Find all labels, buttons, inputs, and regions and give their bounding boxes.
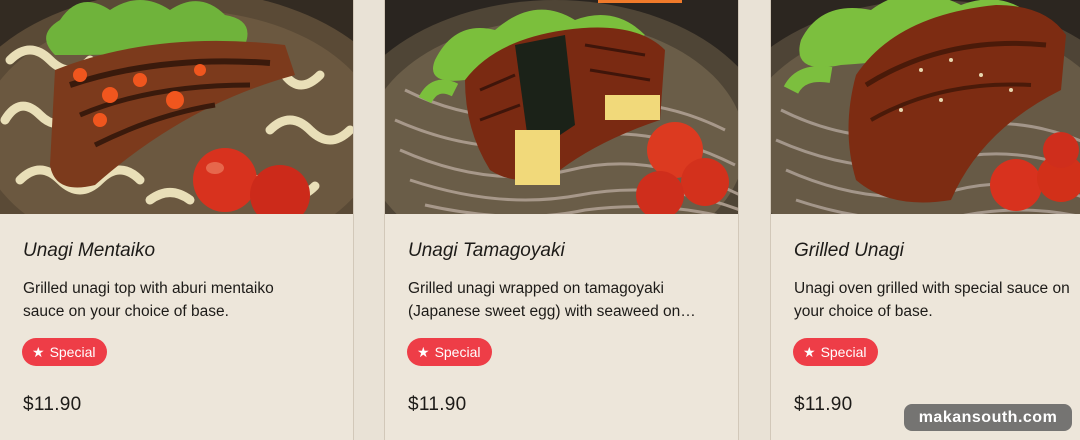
dish-description: Unagi oven grilled with special sauce on… [794, 277, 1080, 323]
special-badge: ★ Special [22, 338, 108, 366]
special-badge-label: Special [434, 344, 481, 360]
dish-photo[interactable] [771, 0, 1080, 214]
dish-description-line: sauce on your choice of base. [23, 303, 229, 320]
dish-name: Unagi Tamagoyaki [408, 240, 565, 261]
dish-description-line: Unagi oven grilled with special sauce on [794, 280, 1070, 297]
dish-description-line: (Japanese sweet egg) with seaweed on… [408, 303, 696, 320]
dish-description: Grilled unagi top with aburi mentaiko sa… [23, 277, 323, 323]
special-badge: ★ Special [407, 338, 493, 366]
star-icon: ★ [803, 344, 816, 360]
watermark: makansouth.com [904, 404, 1072, 431]
special-badge-label: Special [820, 344, 867, 360]
dish-photo[interactable] [385, 0, 738, 214]
dish-price: $11.90 [794, 394, 853, 415]
dish-description-line: Grilled unagi wrapped on tamagoyaki [408, 280, 664, 297]
active-indicator-bar [598, 0, 682, 3]
dish-name: Grilled Unagi [794, 240, 904, 261]
dish-price: $11.90 [408, 394, 467, 415]
menu-card-unagi-mentaiko[interactable]: Unagi Mentaiko Grilled unagi top with ab… [0, 0, 354, 440]
star-icon: ★ [417, 344, 430, 360]
dish-description-line: your choice of base. [794, 303, 933, 320]
dish-description-line: Grilled unagi top with aburi mentaiko [23, 280, 274, 297]
star-icon: ★ [32, 344, 45, 360]
menu-card-row: Unagi Mentaiko Grilled unagi top with ab… [0, 0, 1080, 440]
dish-price: $11.90 [23, 394, 82, 415]
menu-card-unagi-tamagoyaki[interactable]: Unagi Tamagoyaki Grilled unagi wrapped o… [384, 0, 739, 440]
dish-description: Grilled unagi wrapped on tamagoyaki (Jap… [408, 277, 708, 323]
special-badge-label: Special [49, 344, 96, 360]
menu-card-grilled-unagi[interactable]: Grilled Unagi Unagi oven grilled with sp… [770, 0, 1080, 440]
dish-name: Unagi Mentaiko [23, 240, 156, 261]
dish-photo[interactable] [0, 0, 353, 214]
special-badge: ★ Special [793, 338, 879, 366]
